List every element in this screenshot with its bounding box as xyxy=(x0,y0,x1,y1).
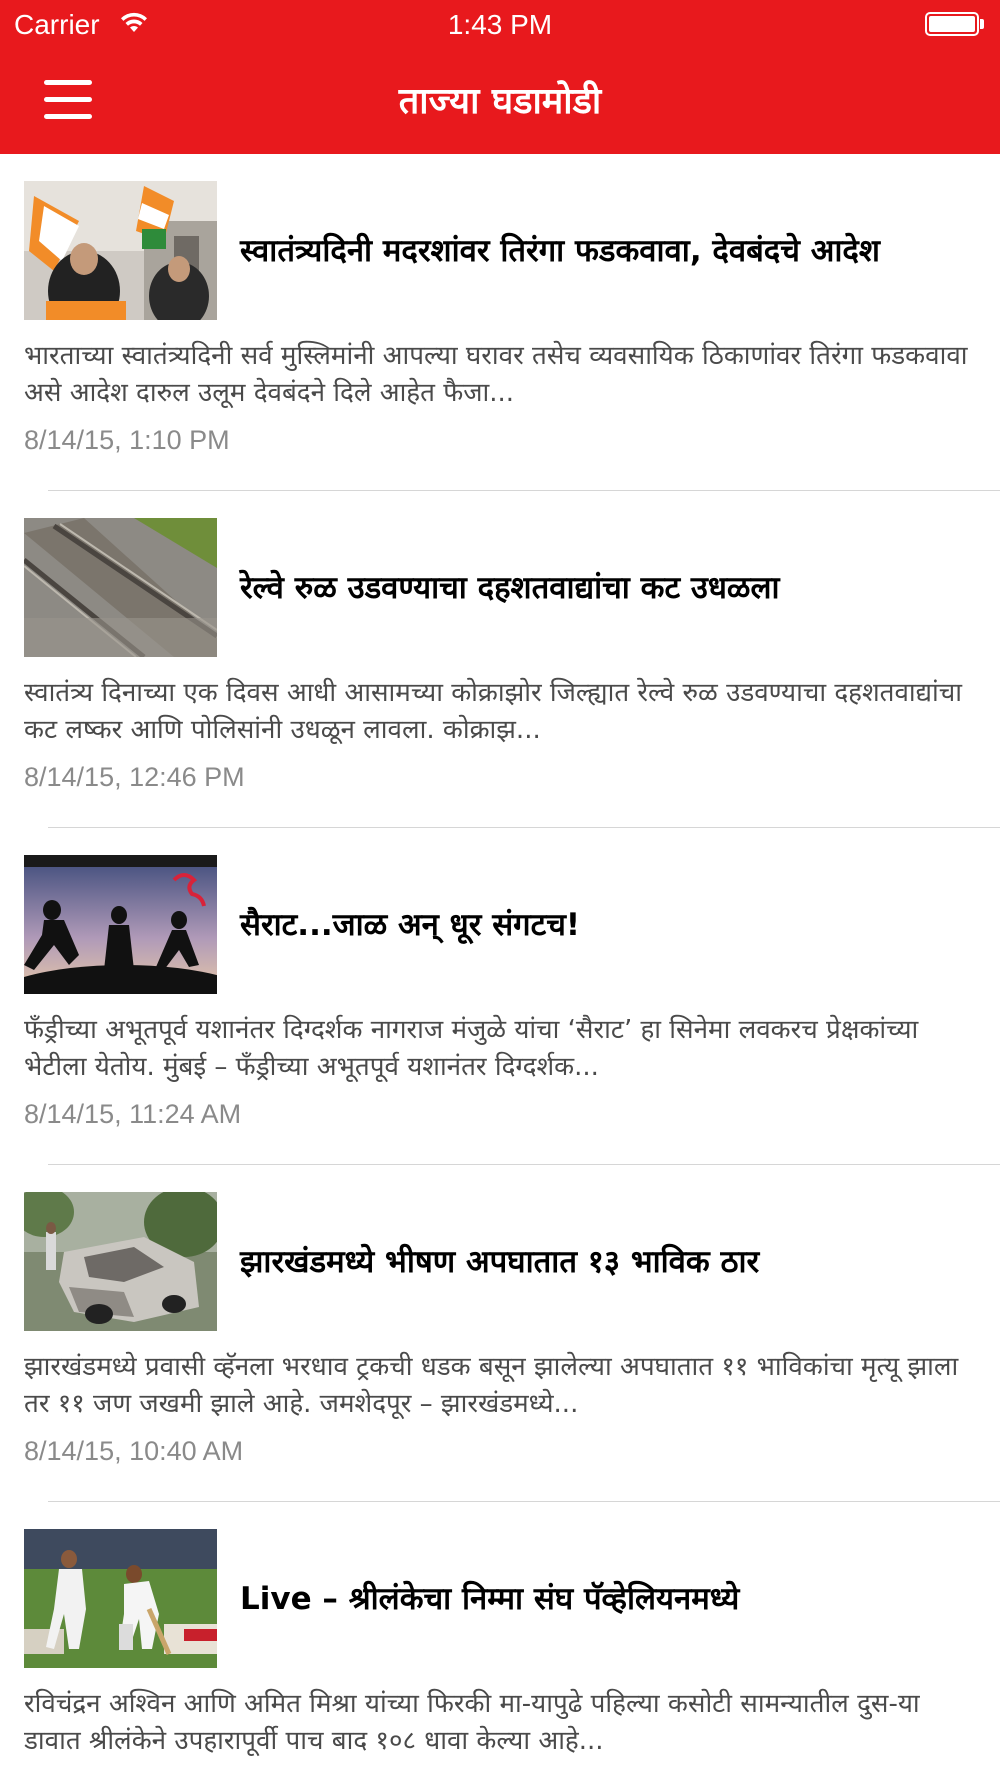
news-date: 8/14/15, 1:10 PM xyxy=(24,425,230,455)
railway-track-thumbnail[interactable] xyxy=(24,518,217,657)
news-headline[interactable]: सैराट...जाळ अन् धूर संगटच! xyxy=(240,855,960,994)
news-summary: फँड्रीच्या अभूतपूर्व यशानंतर दिग्दर्शक न… xyxy=(24,1015,919,1082)
news-item[interactable]: स्वातंत्र्यदिनी मदरशांवर तिरंगा फडकवावा,… xyxy=(0,154,1000,491)
status-time: 1:43 PM xyxy=(447,9,553,40)
battery-icon xyxy=(925,12,987,38)
accident-car-thumbnail[interactable] xyxy=(24,1192,217,1331)
news-date: 8/14/15, 12:46 PM xyxy=(24,762,245,792)
news-headline[interactable]: झारखंडमध्ये भीषण अपघातात १३ भाविक ठार xyxy=(240,1192,960,1331)
news-summary: भारताच्या स्वातंत्र्यदिनी सर्व मुस्लिमां… xyxy=(24,341,968,408)
news-item[interactable]: सैराट...जाळ अन् धूर संगटच! फँड्रीच्या अभ… xyxy=(0,828,1000,1165)
news-item[interactable]: झारखंडमध्ये भीषण अपघातात १३ भाविक ठार झा… xyxy=(0,1165,1000,1502)
news-date: 8/14/15, 11:24 AM xyxy=(24,1099,242,1129)
news-summary: रविचंद्रन अश्विन आणि अमित मिश्रा यांच्या… xyxy=(24,1689,920,1756)
news-headline[interactable]: Live – श्रीलंकेचा निम्मा संघ पॅव्हेलियनम… xyxy=(240,1529,960,1668)
cricket-match-thumbnail[interactable] xyxy=(24,1529,217,1668)
news-headline[interactable]: रेल्वे रुळ उडवण्याचा दहशतवाद्यांचा कट उध… xyxy=(240,518,960,657)
news-summary: झारखंडमध्ये प्रवासी व्हॅनला भरधाव ट्रकची… xyxy=(24,1352,959,1419)
page-title: ताज्या घडामोडी xyxy=(398,81,602,122)
news-list: स्वातंत्र्यदिनी मदरशांवर तिरंगा फडकवावा,… xyxy=(0,154,1000,1778)
news-headline[interactable]: स्वातंत्र्यदिनी मदरशांवर तिरंगा फडकवावा,… xyxy=(240,181,960,320)
status-bar: Carrier 1:43 PM xyxy=(0,0,1000,48)
news-item[interactable]: रेल्वे रुळ उडवण्याचा दहशतवाद्यांचा कट उध… xyxy=(0,491,1000,828)
top-bar: Carrier 1:43 PM ताज्या घडामोडी xyxy=(0,0,1000,154)
news-date: 8/14/15, 10:40 AM xyxy=(24,1436,244,1466)
movie-poster-thumbnail[interactable] xyxy=(24,855,217,994)
flags-photo-thumbnail[interactable] xyxy=(24,181,217,320)
news-screen: Carrier 1:43 PM ताज्या घडामोडी स्वातंत्र… xyxy=(0,0,1000,1778)
news-item[interactable]: Live – श्रीलंकेचा निम्मा संघ पॅव्हेलियनम… xyxy=(0,1502,1000,1778)
news-summary: स्वातंत्र्य दिनाच्या एक दिवस आधी आसामच्य… xyxy=(24,678,963,745)
hamburger-menu-icon[interactable] xyxy=(44,80,98,124)
